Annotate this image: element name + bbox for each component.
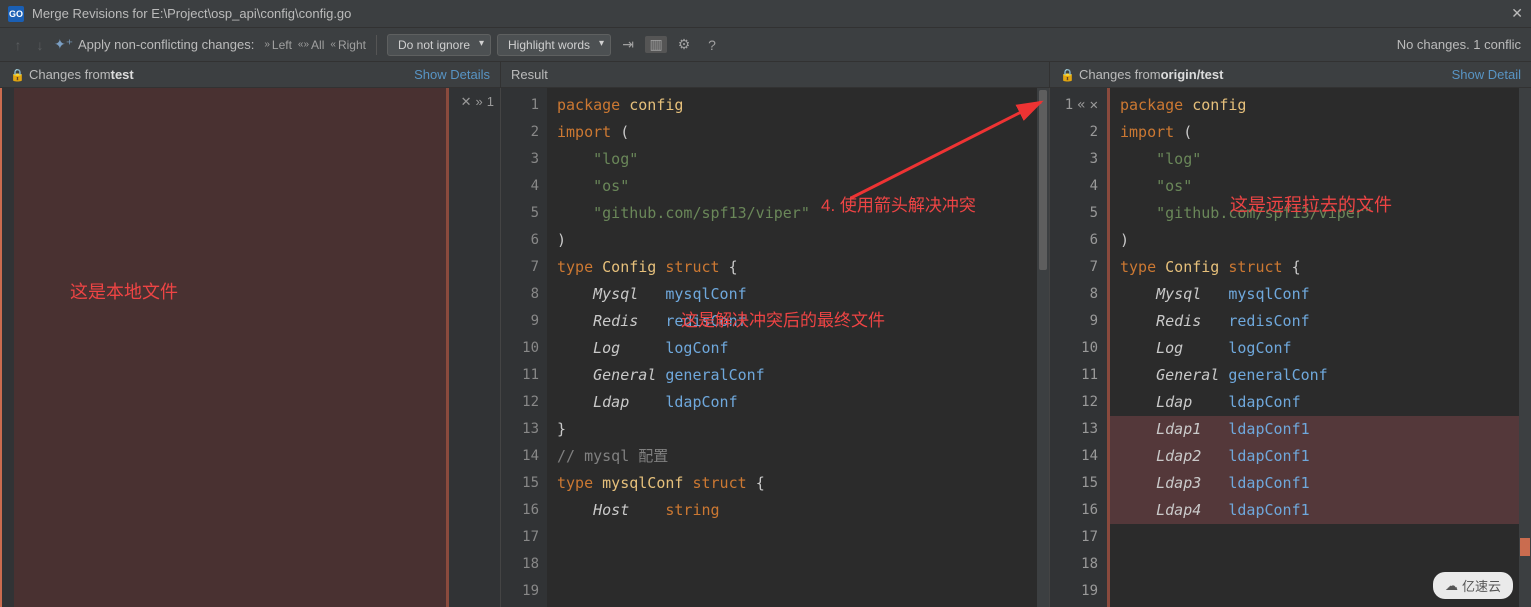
left-header-label: Changes from <box>29 67 111 82</box>
status-text: No changes. 1 conflic <box>1397 37 1521 52</box>
left-code[interactable] <box>14 88 446 607</box>
watermark: ☁ 亿速云 <box>1433 572 1513 599</box>
scrollbar-conflict-marker <box>1520 538 1530 556</box>
ignore-dropdown[interactable]: Do not ignore <box>387 34 491 56</box>
left-header-branch: test <box>111 67 134 82</box>
left-editor[interactable]: ✕ » 1 这是本地文件 <box>0 88 501 607</box>
right-scrollbar[interactable] <box>1519 88 1531 607</box>
accept-right-icon[interactable]: » <box>476 94 483 109</box>
apply-left-button[interactable]: »Left <box>264 38 292 52</box>
collapse-icon[interactable]: ⇥ <box>617 36 639 53</box>
right-header-label: Changes from <box>1079 67 1161 82</box>
right-code[interactable]: package configimport ( "log" "os" "githu… <box>1110 88 1519 607</box>
show-details-right[interactable]: Show Detail <box>1452 67 1521 82</box>
center-editor[interactable]: 1234567891011121314151617181920 package … <box>501 88 1050 607</box>
cloud-icon: ☁ <box>1445 578 1458 594</box>
reject-icon[interactable]: ✕ <box>1090 92 1098 119</box>
help-icon[interactable]: ? <box>701 37 723 53</box>
left-marker-gutter <box>0 88 14 607</box>
close-icon[interactable]: ✕ <box>1511 5 1523 22</box>
center-gutter: 1234567891011121314151617181920 <box>501 88 547 607</box>
window-title: Merge Revisions for E:\Project\osp_api\c… <box>32 6 1511 21</box>
next-change-icon[interactable]: ↓ <box>32 37 48 53</box>
prev-change-icon[interactable]: ↑ <box>10 37 26 53</box>
sync-scroll-icon[interactable]: ▥ <box>645 36 667 53</box>
toolbar: ↑ ↓ ✦⁺ Apply non-conflicting changes: »L… <box>0 28 1531 62</box>
apply-right-button[interactable]: «Right <box>330 38 366 52</box>
editors-area: ✕ » 1 这是本地文件 123456789101112131415161718… <box>0 88 1531 607</box>
line-1: 1 <box>487 94 494 109</box>
lock-icon: 🔒 <box>10 68 25 82</box>
magic-resolve-icon[interactable]: ✦⁺ <box>54 36 72 53</box>
panel-headers: 🔒 Changes from test Show Details Result … <box>0 62 1531 88</box>
left-merge-actions[interactable]: ✕ » 1 <box>446 88 500 607</box>
reject-icon[interactable]: ✕ <box>461 94 472 110</box>
separator <box>376 35 377 55</box>
center-header: Result <box>501 62 1050 87</box>
apply-all-button[interactable]: «»All <box>298 38 324 52</box>
left-header: 🔒 Changes from test Show Details <box>0 62 501 87</box>
watermark-text: 亿速云 <box>1462 576 1501 595</box>
right-header-branch: origin/test <box>1161 67 1224 82</box>
show-details-left[interactable]: Show Details <box>414 67 490 82</box>
go-icon: GO <box>8 6 24 22</box>
center-scrollbar[interactable] <box>1037 88 1049 607</box>
settings-icon[interactable]: ⚙ <box>673 36 695 53</box>
right-header: 🔒 Changes from origin/test Show Detail <box>1050 62 1531 87</box>
accept-left-icon[interactable]: « <box>1077 92 1085 119</box>
scrollbar-thumb[interactable] <box>1039 90 1047 270</box>
highlight-dropdown[interactable]: Highlight words <box>497 34 611 56</box>
lock-icon: 🔒 <box>1060 68 1075 82</box>
right-editor[interactable]: 1«✕234567891011121314151617181920 packag… <box>1050 88 1531 607</box>
right-merge-actions[interactable]: 1«✕234567891011121314151617181920 <box>1050 88 1104 607</box>
titlebar: GO Merge Revisions for E:\Project\osp_ap… <box>0 0 1531 28</box>
apply-label: Apply non-conflicting changes: <box>78 37 254 52</box>
center-code[interactable]: package configimport ( "log" "os" "githu… <box>547 88 1037 607</box>
center-header-label: Result <box>511 67 548 82</box>
